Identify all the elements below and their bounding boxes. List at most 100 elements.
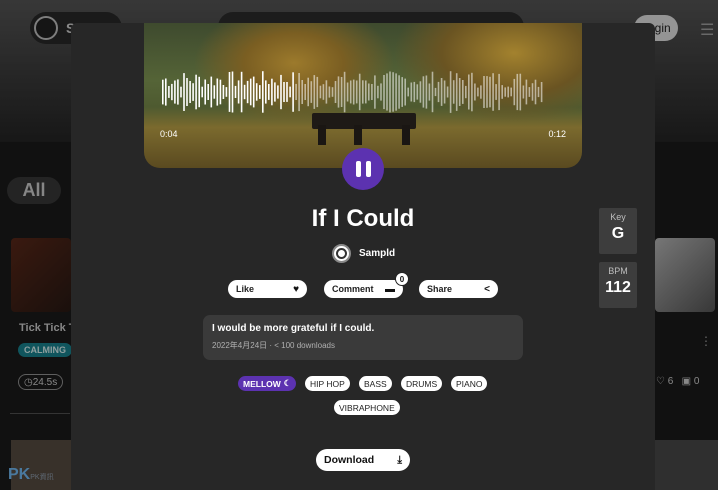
waveform-bar — [301, 80, 303, 104]
tag-drums[interactable]: DRUMS — [401, 376, 443, 391]
waveform-bar — [216, 78, 219, 106]
waveform-bar — [325, 80, 328, 104]
waveform-bar — [340, 77, 343, 107]
waveform-bar — [540, 82, 543, 103]
waveform-bar — [198, 76, 200, 108]
waveform-bar — [501, 85, 503, 99]
tag-label: BASS — [364, 378, 387, 389]
waveform-bar — [201, 86, 203, 98]
waveform-bar — [492, 73, 494, 111]
waveform-bar — [477, 87, 479, 97]
download-button[interactable]: Download ⤓ — [316, 449, 410, 471]
waveform-bar — [262, 71, 264, 113]
waveform-bar — [316, 76, 319, 108]
waveform-bar — [365, 80, 367, 104]
waveform-bar — [422, 76, 425, 108]
waveform-bar — [507, 86, 509, 98]
description-text: I would be more grateful if I could. — [212, 323, 375, 334]
time-current: 0:04 — [160, 129, 178, 139]
waveform-bar — [377, 85, 379, 99]
tag-hip-hop[interactable]: HIP HOP — [305, 376, 350, 391]
waveform-bar — [280, 74, 282, 110]
waveform-bar — [419, 81, 422, 103]
waveform-bar — [437, 81, 440, 103]
tag-bass[interactable]: BASS — [359, 376, 392, 391]
pause-button[interactable] — [342, 148, 384, 190]
artist-link[interactable]: Sampld — [332, 244, 395, 263]
waveform-bar — [483, 76, 485, 108]
waveform-bar — [213, 85, 216, 99]
tag-label: HIP HOP — [310, 378, 345, 389]
waveform-bar — [337, 76, 340, 108]
artist-avatar — [332, 244, 351, 263]
waveform-bar — [504, 87, 506, 97]
waveform-bar — [471, 72, 473, 112]
waveform-bar — [168, 86, 170, 98]
pause-icon-bar — [355, 161, 361, 177]
waveform-bar — [386, 73, 388, 111]
waveform-bar — [228, 72, 231, 112]
waveform-bar — [525, 79, 528, 105]
bpm-label: BPM — [608, 266, 628, 276]
waveform-bar — [231, 71, 234, 113]
waveform-bar — [395, 73, 397, 111]
waveform-bar — [474, 83, 476, 101]
key-value: G — [611, 225, 625, 242]
tag-piano[interactable]: PIANO — [451, 376, 488, 391]
track-modal: 0:04 0:12 If I Could Sampld Key G BPM 11… — [71, 23, 655, 490]
waveform[interactable] — [162, 69, 544, 115]
waveform-bar — [343, 71, 346, 113]
waveform-bar — [310, 81, 313, 103]
comment-button[interactable]: Comment ▬ — [324, 280, 403, 298]
waveform-bar — [243, 84, 246, 100]
bpm-box: BPM 112 — [599, 262, 637, 308]
waveform-bar — [331, 87, 334, 97]
waveform-bar — [462, 80, 464, 104]
waveform-bar — [510, 87, 512, 97]
like-label: Like — [236, 284, 255, 294]
waveform-bar — [531, 83, 534, 101]
pause-icon-bar — [365, 161, 371, 177]
waveform-bar — [283, 82, 285, 102]
waveform-bar — [180, 86, 182, 98]
waveform-bar — [352, 79, 355, 105]
waveform-bar — [304, 84, 306, 100]
waveform-bar — [225, 87, 228, 97]
waveform-bar — [434, 87, 437, 97]
tag-label: MELLOW — [243, 378, 281, 389]
waveform-bar — [480, 85, 482, 99]
waveform-bar — [265, 80, 267, 104]
waveform-bar — [255, 83, 258, 101]
comment-icon: ▬ — [385, 283, 395, 295]
comment-count-badge: 0 — [395, 272, 409, 286]
waveform-bar — [249, 78, 252, 106]
waveform-bar — [374, 75, 376, 109]
waveform-bar — [537, 86, 540, 98]
waveform-bar — [210, 76, 213, 108]
description-box: I would be more grateful if I could. 202… — [203, 315, 523, 360]
waveform-bar — [443, 80, 446, 104]
waveform-bar — [401, 77, 403, 107]
tag-label: VIBRAPHONE — [339, 402, 395, 413]
waveform-bar — [534, 79, 537, 105]
waveform-bar — [183, 73, 185, 111]
like-button[interactable]: Like ♥ — [228, 280, 307, 298]
waveform-bar — [383, 75, 385, 110]
artist-name: Sampld — [359, 248, 396, 259]
waveform-bar — [431, 71, 434, 113]
waveform-bar — [349, 80, 352, 104]
waveform-bar — [371, 84, 373, 100]
share-icon: < — [484, 283, 490, 295]
cover-image: 0:04 0:12 — [144, 23, 582, 168]
waveform-bar — [516, 73, 519, 111]
tag-vibraphone[interactable]: VIBRAPHONE — [334, 400, 400, 415]
waveform-bar — [498, 73, 500, 111]
waveform-bar — [334, 81, 337, 103]
waveform-bar — [189, 81, 191, 103]
tag-label: PIANO — [456, 378, 483, 389]
waveform-bar — [177, 79, 179, 105]
waveform-bar — [219, 79, 222, 105]
waveform-bar — [449, 71, 452, 113]
share-button[interactable]: Share < — [419, 280, 498, 298]
tag-mellow[interactable]: MELLOW ☾ — [238, 376, 297, 391]
